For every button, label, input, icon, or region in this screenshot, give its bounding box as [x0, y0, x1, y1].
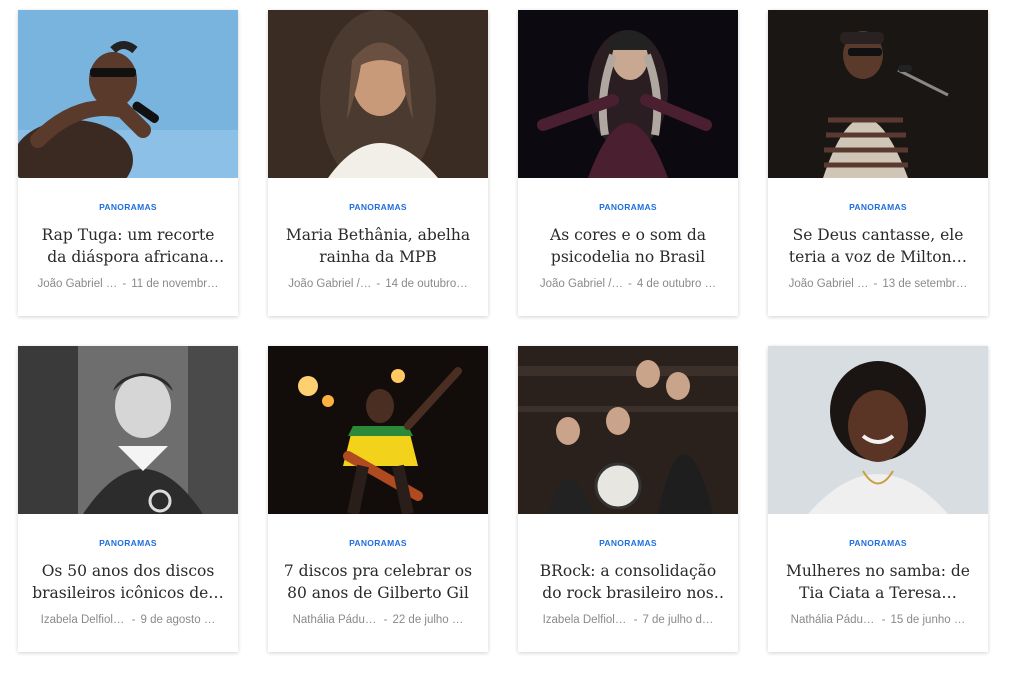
- author-name[interactable]: Izabela Delfiol /…: [41, 614, 127, 626]
- publish-date: 11 de novembr…: [131, 278, 219, 290]
- article-card[interactable]: PANORAMAS Os 50 anos dos discos brasilei…: [18, 346, 238, 652]
- article-card[interactable]: PANORAMAS As cores e o som da psicodelia…: [518, 10, 738, 316]
- article-meta: João Gabriel /… - 14 de outubro…: [282, 278, 474, 290]
- guitarist-on-stage-photo: [268, 346, 488, 514]
- author-name[interactable]: Nathália Pádua …: [791, 614, 877, 626]
- article-thumbnail[interactable]: [768, 346, 988, 514]
- article-meta: Izabela Delfiol /… - 7 de julho d…: [532, 614, 724, 626]
- publish-date: 4 de outubro …: [636, 278, 717, 290]
- article-thumbnail[interactable]: [268, 346, 488, 514]
- article-title[interactable]: Se Deus cantasse, ele teria a voz de Mil…: [782, 224, 974, 268]
- article-meta: Nathália Pádua … - 22 de julho …: [282, 614, 474, 626]
- publish-date: 9 de agosto …: [140, 614, 216, 626]
- rock-band-photo: [518, 346, 738, 514]
- article-meta: João Gabriel … - 11 de novembr…: [32, 278, 224, 290]
- article-meta: João Gabriel … - 13 de setembr…: [782, 278, 974, 290]
- meta-separator: -: [633, 614, 638, 626]
- woman-portrait-photo: [268, 10, 488, 178]
- article-title[interactable]: Maria Bethânia, abelha rainha da MPB: [282, 224, 474, 268]
- article-card[interactable]: PANORAMAS Se Deus cantasse, ele teria a …: [768, 10, 988, 316]
- article-card[interactable]: PANORAMAS 7 discos pra celebrar os 80 an…: [268, 346, 488, 652]
- article-title[interactable]: BRock: a consolidação do rock brasileiro…: [532, 560, 724, 604]
- article-thumbnail[interactable]: [18, 10, 238, 178]
- article-thumbnail[interactable]: [768, 10, 988, 178]
- performer-on-stage-photo: [518, 10, 738, 178]
- black-and-white-singer-photo: [18, 346, 238, 514]
- article-meta: João Gabriel /… - 4 de outubro …: [532, 278, 724, 290]
- article-title[interactable]: Rap Tuga: um recorte da diáspora african…: [32, 224, 224, 268]
- article-meta: Nathália Pádua … - 15 de junho …: [782, 614, 974, 626]
- publish-date: 22 de julho …: [392, 614, 464, 626]
- category-label[interactable]: PANORAMAS: [32, 538, 224, 548]
- meta-separator: -: [881, 614, 886, 626]
- article-thumbnail[interactable]: [518, 346, 738, 514]
- author-name[interactable]: João Gabriel …: [37, 278, 117, 290]
- article-title[interactable]: Mulheres no samba: de Tia Ciata a Teresa…: [782, 560, 974, 604]
- category-label[interactable]: PANORAMAS: [32, 202, 224, 212]
- author-name[interactable]: João Gabriel /…: [540, 278, 623, 290]
- category-label[interactable]: PANORAMAS: [532, 202, 724, 212]
- woman-smiling-portrait-photo: [768, 346, 988, 514]
- publish-date: 15 de junho …: [890, 614, 966, 626]
- article-grid: PANORAMAS Rap Tuga: um recorte da diáspo…: [18, 10, 988, 652]
- category-label[interactable]: PANORAMAS: [782, 538, 974, 548]
- category-label[interactable]: PANORAMAS: [782, 202, 974, 212]
- category-label[interactable]: PANORAMAS: [282, 202, 474, 212]
- article-card[interactable]: PANORAMAS BRock: a consolidação do rock …: [518, 346, 738, 652]
- article-meta: Izabela Delfiol /… - 9 de agosto …: [32, 614, 224, 626]
- category-label[interactable]: PANORAMAS: [532, 538, 724, 548]
- article-card[interactable]: PANORAMAS Rap Tuga: um recorte da diáspo…: [18, 10, 238, 316]
- author-name[interactable]: João Gabriel …: [789, 278, 869, 290]
- meta-separator: -: [122, 278, 127, 290]
- meta-separator: -: [627, 278, 632, 290]
- publish-date: 13 de setembr…: [882, 278, 968, 290]
- publish-date: 14 de outubro…: [385, 278, 468, 290]
- author-name[interactable]: João Gabriel /…: [288, 278, 371, 290]
- meta-separator: -: [873, 278, 878, 290]
- article-card[interactable]: PANORAMAS Maria Bethânia, abelha rainha …: [268, 10, 488, 316]
- singer-at-microphone-photo: [768, 10, 988, 178]
- article-thumbnail[interactable]: [518, 10, 738, 178]
- article-thumbnail[interactable]: [268, 10, 488, 178]
- author-name[interactable]: Nathália Pádua …: [293, 614, 379, 626]
- category-label[interactable]: PANORAMAS: [282, 538, 474, 548]
- meta-separator: -: [131, 614, 136, 626]
- rapper-with-microphone-photo: [18, 10, 238, 178]
- article-title[interactable]: Os 50 anos dos discos brasileiros icônic…: [32, 560, 224, 604]
- meta-separator: -: [383, 614, 388, 626]
- article-card[interactable]: PANORAMAS Mulheres no samba: de Tia Ciat…: [768, 346, 988, 652]
- article-title[interactable]: 7 discos pra celebrar os 80 anos de Gilb…: [282, 560, 474, 604]
- author-name[interactable]: Izabela Delfiol /…: [543, 614, 629, 626]
- publish-date: 7 de julho d…: [642, 614, 714, 626]
- meta-separator: -: [376, 278, 381, 290]
- article-thumbnail[interactable]: [18, 346, 238, 514]
- article-title[interactable]: As cores e o som da psicodelia no Brasil: [532, 224, 724, 268]
